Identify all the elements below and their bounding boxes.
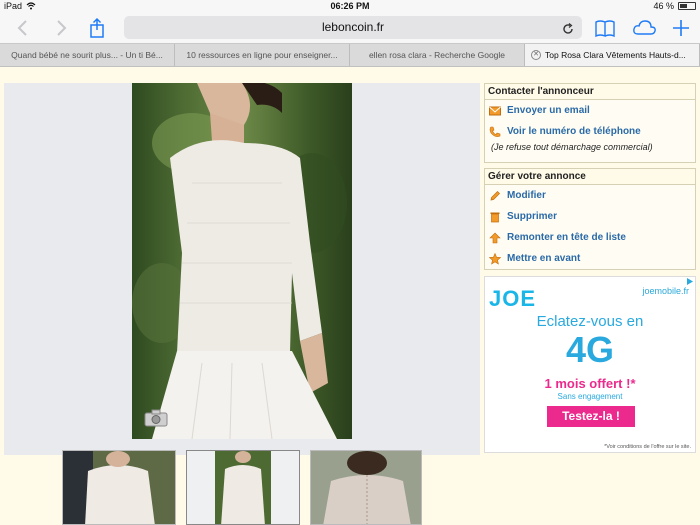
thumbnail-3[interactable]	[310, 450, 422, 525]
address-bar[interactable]: leboncoin.fr	[124, 16, 582, 39]
send-email-link[interactable]: Envoyer un email	[485, 100, 695, 121]
main-photo[interactable]	[132, 83, 352, 439]
camera-icon[interactable]	[144, 409, 168, 427]
tab-2[interactable]: ellen rosa clara - Recherche Google	[350, 44, 525, 66]
chevron-right-icon	[57, 20, 67, 36]
show-phone-label: Voir le numéro de téléphone	[507, 126, 641, 137]
page-content: Contacter l'annonceur Envoyer un email V…	[0, 67, 700, 525]
ad-cta-button[interactable]: Testez-la !	[547, 406, 635, 427]
icloud-tabs-button[interactable]	[632, 17, 658, 39]
new-tab-button[interactable]	[670, 17, 692, 39]
arrow-up-icon	[489, 232, 501, 243]
close-tab-icon[interactable]: ✕	[531, 50, 541, 60]
reload-icon	[563, 22, 573, 34]
send-email-label: Envoyer un email	[507, 105, 590, 116]
contact-box: Contacter l'annonceur Envoyer un email V…	[484, 83, 696, 163]
chevron-left-icon	[17, 20, 27, 36]
thumbnail-3-image	[311, 451, 421, 524]
ad-headline: Eclatez-vous en	[536, 313, 644, 330]
status-bar: iPad 06:26 PM 46 %	[0, 0, 700, 13]
ad-subtitle: Sans engagement	[557, 392, 623, 401]
plus-icon	[673, 20, 689, 36]
ad-url: joemobile.fr	[642, 286, 689, 296]
no-solicitation-note: (Je refuse tout démarchage commercial)	[491, 142, 653, 152]
back-button[interactable]	[12, 17, 34, 39]
tab-bar: Quand bébé ne sourit plus... - Un ti Bé.…	[0, 43, 700, 67]
email-icon	[489, 106, 501, 115]
ad-4g-badge: 4G	[565, 329, 615, 370]
cut-off-header	[0, 67, 482, 82]
tab-1[interactable]: 10 ressources en ligne pour enseigner...	[175, 44, 350, 66]
manage-box-title: Gérer votre annonce	[485, 169, 695, 185]
share-button[interactable]	[86, 17, 108, 39]
bookmarks-button[interactable]	[594, 17, 616, 39]
thumbnail-1[interactable]	[62, 450, 176, 525]
battery-icon	[678, 2, 696, 10]
cloud-icon	[633, 20, 656, 35]
browser-toolbar: leboncoin.fr	[0, 13, 700, 43]
clock: 06:26 PM	[330, 1, 370, 11]
tab-3-active[interactable]: ✕ Top Rosa Clara Vêtements Hauts-d...	[525, 44, 700, 66]
joe-mobile-ad[interactable]: JOE joemobile.fr Eclatez-vous en 4G 1 mo…	[484, 276, 696, 453]
feature-ad-link[interactable]: Mettre en avant	[485, 248, 695, 269]
adchoices-icon[interactable]	[685, 277, 695, 286]
phone-icon	[489, 126, 501, 137]
ad-offer: 1 mois offert !*	[544, 376, 636, 391]
url-text: leboncoin.fr	[321, 20, 385, 34]
battery-percent: 46 %	[653, 1, 674, 11]
contact-box-title: Contacter l'annonceur	[485, 84, 695, 100]
tab-0[interactable]: Quand bébé ne sourit plus... - Un ti Bé.…	[0, 44, 175, 66]
show-phone-link[interactable]: Voir le numéro de téléphone	[485, 121, 695, 142]
thumbnail-2[interactable]	[186, 450, 300, 525]
manage-ad-box: Gérer votre annonce Modifier Supprimer R…	[484, 168, 696, 270]
share-icon	[90, 17, 104, 38]
bump-ad-link[interactable]: Remonter en tête de liste	[485, 227, 695, 248]
main-photo-panel	[4, 83, 480, 455]
edit-ad-link[interactable]: Modifier	[485, 185, 695, 206]
thumbnail-strip	[0, 450, 482, 525]
thumbnail-2-image	[187, 451, 299, 524]
delete-ad-link[interactable]: Supprimer	[485, 206, 695, 227]
book-icon	[595, 20, 615, 38]
star-icon	[489, 252, 501, 265]
reload-button[interactable]	[562, 16, 574, 39]
pencil-icon	[490, 190, 500, 200]
dress-photo-image	[132, 83, 347, 439]
ad-fine-print: *Voir conditions de l'offre sur le site.	[604, 444, 691, 450]
forward-button[interactable]	[50, 17, 72, 39]
trash-icon	[490, 212, 500, 222]
thumbnail-1-image	[63, 451, 175, 524]
joe-logo: JOE	[489, 286, 537, 311]
